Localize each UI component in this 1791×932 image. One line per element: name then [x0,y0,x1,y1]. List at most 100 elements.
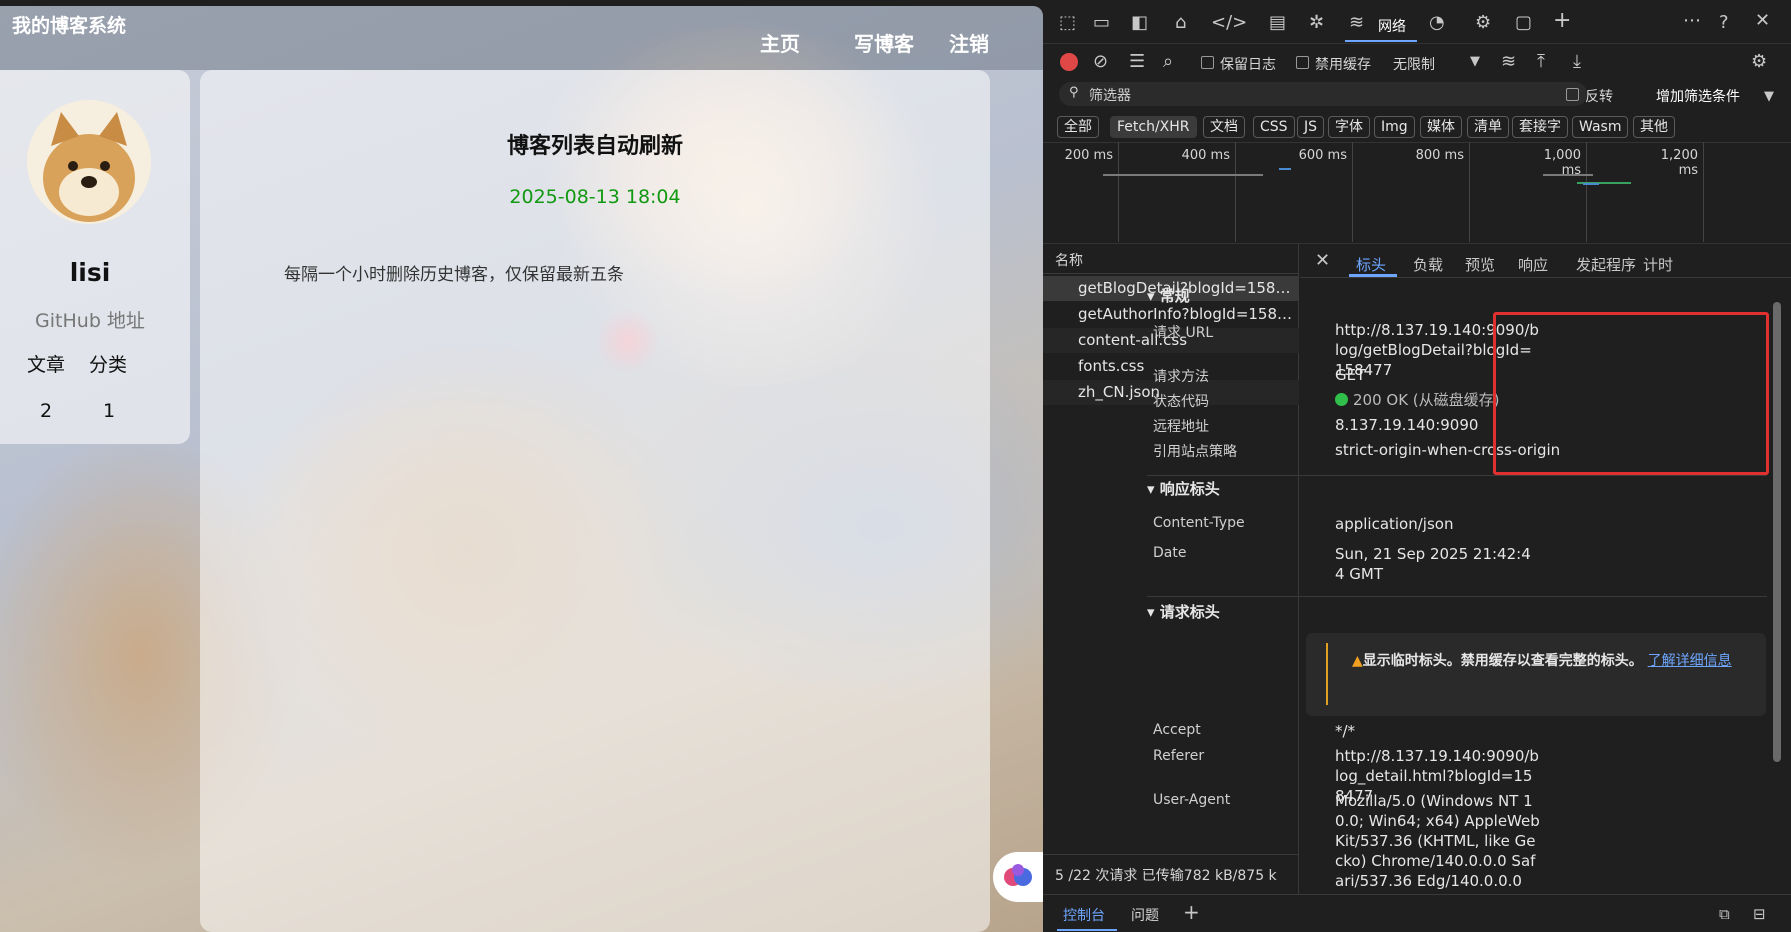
help-icon[interactable]: ? [1719,14,1729,32]
type-filter-pill[interactable]: 文档 [1203,116,1245,138]
floating-assistant-button[interactable] [993,852,1043,902]
search-icon[interactable]: ⌕ [1163,53,1173,71]
type-filter-pill[interactable]: 清单 [1467,116,1509,138]
performance-icon[interactable]: ◔ [1429,14,1445,32]
top-nav: 我的博客系统 主页 写博客 注销 [0,6,1043,70]
general-section-title[interactable]: ▾ 常规 [1147,285,1190,306]
detail-tab[interactable]: 负载 [1413,254,1443,275]
type-filter-pill[interactable]: 媒体 [1420,116,1462,138]
clear-icon[interactable]: ⊘ [1093,53,1108,71]
detail-tab[interactable]: 预览 [1465,254,1495,275]
nav-logout-link[interactable]: 注销 [949,28,989,57]
timeline-tick-label: 200 ms [1064,148,1113,163]
type-filter-pill[interactable]: Img [1374,116,1415,138]
type-filter-pill[interactable]: CSS [1253,116,1295,138]
network-settings-icon[interactable]: ⚙ [1751,53,1767,71]
type-filter-pill[interactable]: Fetch/XHR [1110,116,1197,138]
more-filters-chevron-icon[interactable]: ▼ [1764,88,1774,106]
user-name: lisi [69,258,111,287]
timeline-tick-label: 400 ms [1181,148,1230,163]
upload-icon[interactable]: ⤒ [1537,53,1545,71]
content-type-label: Content-Type [1153,515,1245,531]
detail-tab[interactable]: 标头 [1356,254,1386,275]
highlight-box [1493,312,1769,475]
timeline-gridline [1235,142,1236,242]
preserve-log-checkbox[interactable] [1201,56,1214,69]
detail-tab[interactable]: 计时 [1643,254,1673,275]
categories-count: 1 [103,400,116,422]
timeline-tick-label: 600 ms [1298,148,1347,163]
learn-more-link[interactable]: 了解详细信息 [1648,653,1732,669]
record-stop-icon[interactable] [1060,53,1078,71]
close-detail-icon[interactable]: ✕ [1315,252,1330,270]
remote-address-label: 远程地址 [1153,419,1209,435]
disable-cache-checkbox[interactable] [1296,56,1309,69]
devtools-drawer: 控制台 问题 + ⧉ ⊟ [1043,894,1791,932]
add-tab-icon[interactable]: + [1553,10,1571,32]
chevron-down-icon[interactable]: ▼ [1470,53,1480,71]
type-filter-pill[interactable]: 其他 [1633,116,1675,138]
provisional-headers-warning: ▲显示临时标头。禁用缓存以查看完整的标头。 了解详细信息 [1306,633,1766,716]
post-title: 博客列表自动刷新 [506,134,683,159]
network-summary-bar: 5 /22 次请求 已传输782 kB/875 k [1043,854,1299,894]
detail-tab[interactable]: 发起程序 [1576,254,1636,275]
filter-row: ⚲ 筛选器 反转 增加筛选条件 ▼ [1043,80,1791,110]
filter-input[interactable]: ⚲ 筛选器 [1059,82,1587,106]
inspect-icon[interactable]: ⬚ [1059,14,1076,32]
date-value: Sun, 21 Sep 2025 21:42:44 GMT [1335,545,1531,583]
timeline-tick-label: 800 ms [1415,148,1464,163]
disable-cache-label: 禁用缓存 [1315,57,1371,73]
preserve-log-label: 保留日志 [1220,57,1276,73]
more-filters-dropdown[interactable]: 增加筛选条件 [1656,86,1740,106]
network-conditions-icon[interactable]: ≋ [1501,53,1516,71]
drawer-tab-console[interactable]: 控制台 [1063,905,1105,925]
home-icon[interactable]: ⌂ [1175,14,1186,32]
console-icon[interactable]: ▤ [1269,14,1286,32]
profile-card: lisi GitHub 地址 文章 分类 2 1 [0,70,190,444]
settings-gear-icon[interactable]: ⚙ [1475,14,1491,32]
sources-bug-icon[interactable]: ✲ [1309,14,1324,32]
tab-network[interactable]: 网络 [1378,16,1406,36]
type-filter-pill[interactable]: 全部 [1057,116,1099,138]
nav-home-link[interactable]: 主页 [760,28,800,57]
type-filter-pill[interactable]: JS [1297,116,1325,138]
more-options-icon[interactable]: ⋯ [1683,12,1701,30]
type-filter-pill[interactable]: Wasm [1572,116,1629,138]
add-drawer-tab-icon[interactable]: + [1183,902,1200,922]
throttle-select[interactable]: 无限制 [1393,54,1435,74]
drawer-tab-issues[interactable]: 问题 [1131,905,1159,925]
request-headers-section-title[interactable]: ▾ 请求标头 [1147,601,1220,622]
user-agent-label: User-Agent [1153,792,1231,808]
filter-settings-icon[interactable]: ☰ [1129,53,1145,71]
github-link[interactable]: GitHub 地址 [0,306,180,333]
status-code-text: 200 OK (从磁盘缓存) [1353,391,1500,409]
type-filter-pill[interactable]: 字体 [1328,116,1370,138]
scrollbar-thumb[interactable] [1773,302,1781,762]
download-icon[interactable]: ⤓ [1573,53,1581,71]
response-headers-section-title[interactable]: ▾ 响应标头 [1147,478,1220,499]
timeline-bar [1583,183,1599,185]
timeline-tick-label: 1,200 ms [1660,148,1698,178]
timeline-gridline [1352,142,1353,242]
name-header-label: 名称 [1055,253,1083,269]
articles-label: 文章 [27,354,66,376]
detail-scrollbar[interactable] [1771,280,1783,890]
nav-write-link[interactable]: 写博客 [854,28,914,57]
undock-icon[interactable]: ⊟ [1753,905,1766,923]
application-icon[interactable]: ▢ [1515,14,1532,32]
detail-tab[interactable]: 响应 [1518,254,1548,275]
status-code-label: 状态代码 [1153,394,1209,410]
type-filter-pill[interactable]: 套接字 [1512,116,1568,138]
section-divider [1147,475,1767,476]
dock-icon[interactable]: ⧉ [1719,905,1730,923]
timeline-gridline [1703,142,1704,242]
sidebar-toggle-icon[interactable]: ◧ [1131,14,1148,32]
referer-label: Referer [1153,748,1205,764]
name-column-header[interactable]: 名称 [1043,244,1299,274]
device-toolbar-icon[interactable]: ▭ [1093,14,1110,32]
timeline-gridline [1118,142,1119,242]
invert-checkbox[interactable] [1566,88,1579,101]
elements-icon[interactable]: </> [1211,14,1247,32]
network-toolbar: ⊘ ☰ ⌕ 保留日志 禁用缓存 无限制 ▼ ≋ ⤒ ⤓ ⚙ [1043,44,1791,80]
close-devtools-icon[interactable]: ✕ [1755,12,1770,30]
